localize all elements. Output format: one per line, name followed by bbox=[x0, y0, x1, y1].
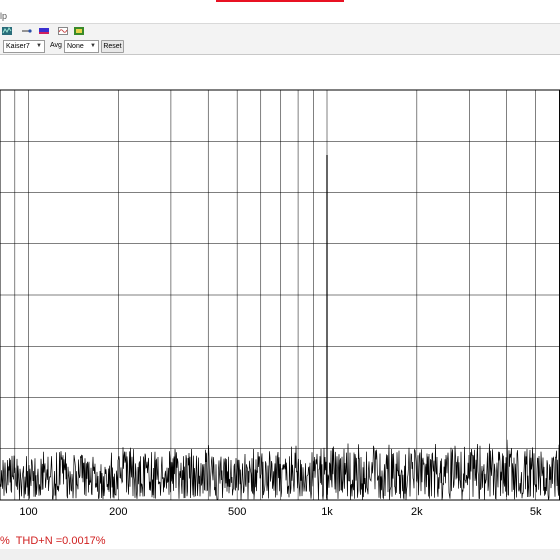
thd-readout: THD+N =0.0017% bbox=[15, 535, 106, 547]
status-line: % THD+N =0.0017% bbox=[0, 535, 106, 547]
chart-grid bbox=[0, 90, 560, 500]
x-tick-label: 200 bbox=[109, 506, 128, 518]
x-tick-label: 2k bbox=[411, 506, 423, 518]
x-tick-label: 500 bbox=[227, 506, 247, 518]
spectrum-trace bbox=[0, 155, 560, 501]
x-tick-label: 1k bbox=[321, 506, 333, 518]
status-percent: % bbox=[0, 535, 10, 547]
status-bar bbox=[0, 549, 560, 560]
spectrum-chart bbox=[0, 89, 560, 501]
x-tick-label: 5k bbox=[529, 506, 542, 518]
x-tick-label: 100 bbox=[19, 506, 38, 518]
